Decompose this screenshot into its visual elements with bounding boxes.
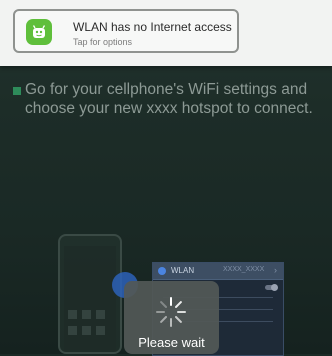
- instruction-text: Go for your cellphone's WiFi settings an…: [25, 81, 313, 117]
- app-tile: [96, 310, 105, 319]
- wifi-row: WLAN XXXX_XXXX ›: [153, 263, 283, 280]
- notification-card[interactable]: WLAN has no Internet access Tap for opti…: [13, 9, 239, 53]
- android-robot-icon: [26, 19, 52, 45]
- please-wait-dialog: Please wait: [124, 281, 219, 354]
- app-tile: [68, 310, 77, 319]
- phone-screen: [64, 246, 116, 350]
- toggle-switch: [265, 284, 278, 291]
- bullet-marker: [13, 87, 21, 95]
- wifi-ssid: XXXX_XXXX: [223, 266, 265, 273]
- wifi-status-dot: [158, 267, 166, 275]
- notification-subtitle: Tap for options: [73, 37, 133, 47]
- chevron-right-icon: ›: [274, 265, 277, 275]
- app-tile: [82, 310, 91, 319]
- notification-banner[interactable]: WLAN has no Internet access Tap for opti…: [0, 0, 332, 66]
- app-tile: [96, 326, 105, 335]
- screen-background: WLAN has no Internet access Tap for opti…: [0, 0, 332, 356]
- please-wait-label: Please wait: [138, 335, 205, 350]
- app-tile: [82, 326, 91, 335]
- wifi-label: WLAN: [171, 266, 195, 275]
- phone-illustration: [58, 234, 122, 354]
- notification-title: WLAN has no Internet access: [73, 20, 232, 34]
- app-tile: [68, 326, 77, 335]
- loading-spinner-icon: [156, 297, 186, 327]
